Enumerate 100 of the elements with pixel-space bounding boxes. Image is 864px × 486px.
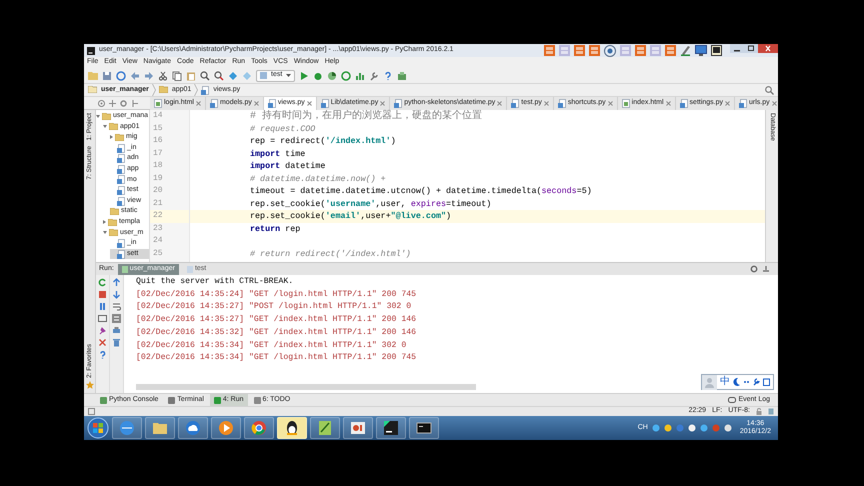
console-line: [02/Dec/2016 14:35:34] "GET /index.html HTTP/1.1" 302 0 [136,340,408,352]
tool-icon [254,396,260,404]
input-mode-toggle[interactable]: 中 [720,376,730,388]
tile-icon[interactable] [635,45,646,56]
penguin-icon[interactable] [284,420,300,436]
rerun-icon[interactable] [98,278,107,287]
pause-icon[interactable] [98,302,107,311]
tile-icon[interactable] [620,45,631,56]
pin-icon[interactable] [98,326,107,335]
cut-icon[interactable] [158,70,168,80]
search-icon[interactable] [200,70,210,80]
chevron-icon [152,84,156,96]
console-line: [02/Dec/2016 14:35:27] "GET /index.html HTTP/1.1" 200 146 [136,314,416,326]
scroll-end-icon[interactable] [112,314,121,323]
search-icon[interactable] [765,86,774,94]
target-icon[interactable] [98,100,105,106]
line-number: 25 [152,248,164,260]
moon-icon[interactable] [733,378,740,386]
coverage-icon[interactable] [327,70,338,80]
tile-icon[interactable] [574,45,585,56]
lock-icon[interactable] [756,408,762,415]
layout-icon[interactable] [98,314,107,323]
start-orb-icon[interactable] [87,417,109,439]
speech-bubble-icon [728,396,736,404]
close-icon [196,100,201,106]
code-line: rep = redirect('/index.html') [249,135,397,148]
terminal-icon[interactable] [711,45,722,56]
stop-icon[interactable] [98,290,107,299]
back-arrow-icon[interactable] [130,70,140,80]
wrench-icon[interactable] [753,378,760,386]
close-icon[interactable] [98,338,107,347]
replace-icon[interactable] [214,70,224,80]
cloud-icon[interactable] [185,420,201,436]
forward-arrow-icon[interactable] [144,70,154,80]
close-icon [725,100,730,106]
tile-icon[interactable] [650,45,661,56]
paste-icon[interactable] [186,70,196,80]
slides-icon[interactable] [350,420,366,436]
python-file-icon [268,98,276,108]
clipboard-icon[interactable] [763,378,770,386]
code-line: import datetime [249,160,326,172]
browser-icon[interactable] [251,420,267,436]
tile-icon[interactable] [665,45,676,56]
python-file-icon [201,86,210,94]
minimize-button[interactable] [730,44,744,53]
chevron-icon [194,84,198,96]
close-button[interactable] [758,44,778,53]
star-icon [86,381,94,389]
python-file-icon [117,250,125,259]
disc-icon[interactable] [604,44,616,56]
hide-icon[interactable] [762,265,770,273]
line-number: 22 [150,210,189,222]
monitor-icon[interactable] [695,45,707,56]
punctuation-icon[interactable] [743,378,750,386]
horizontal-scrollbar[interactable] [136,384,476,390]
copy-icon[interactable] [172,70,182,80]
collapse-icon[interactable] [132,100,138,106]
wrap-icon[interactable] [112,302,121,311]
close-icon [608,100,613,106]
line-number: 16 [152,135,164,147]
line-number: 17 [152,148,164,160]
console-line: Quit the server with CTRL-BREAK. [136,276,294,288]
code-line: # return redirect('/index.html') [249,248,412,260]
wrench-icon[interactable] [369,70,380,80]
chart-icon[interactable] [355,70,366,80]
globe-icon[interactable] [119,420,135,436]
sdk-icon[interactable] [397,70,408,80]
notepad-icon[interactable] [317,420,333,436]
tool-icon [100,396,107,404]
close-icon [544,100,549,106]
panel-toggle-icon[interactable] [88,408,95,415]
down-arrow-icon[interactable] [112,290,121,299]
line-number: 15 [152,122,164,134]
tile-icon[interactable] [559,45,570,56]
line-number: 18 [152,160,164,172]
line-number: 20 [152,185,164,197]
help-icon[interactable] [383,70,394,80]
console-icon[interactable] [416,420,432,436]
trash-icon[interactable] [112,338,121,347]
close-icon [380,100,386,106]
folder-icon[interactable] [152,420,168,436]
up-arrow-icon[interactable] [112,278,121,287]
play-icon[interactable] [218,420,234,436]
tile-icon[interactable] [544,45,555,56]
run-icon[interactable] [299,70,310,80]
project-folder-icon [88,86,97,94]
code-line: timeout = datetime.datetime.utcnow() + datetime.timedelta(seconds=5) [249,185,593,198]
print-icon[interactable] [112,326,121,335]
pen-icon[interactable] [680,45,691,56]
close-icon [666,100,671,106]
maximize-button[interactable] [744,44,758,53]
python-file-icon [680,98,688,108]
save-icon[interactable] [102,70,112,80]
console-line: [02/Dec/2016 14:35:32] "GET /index.html HTTP/1.1" 200 146 [136,326,416,339]
avatar-icon [702,374,717,390]
console-line: [02/Dec/2016 14:35:27] "POST /login.html HTTP/1.1" 302 0 [136,301,412,314]
expand-icon[interactable] [109,100,116,106]
pycharm-icon[interactable] [383,420,399,436]
tile-icon[interactable] [589,45,600,56]
help-icon[interactable] [98,350,107,359]
